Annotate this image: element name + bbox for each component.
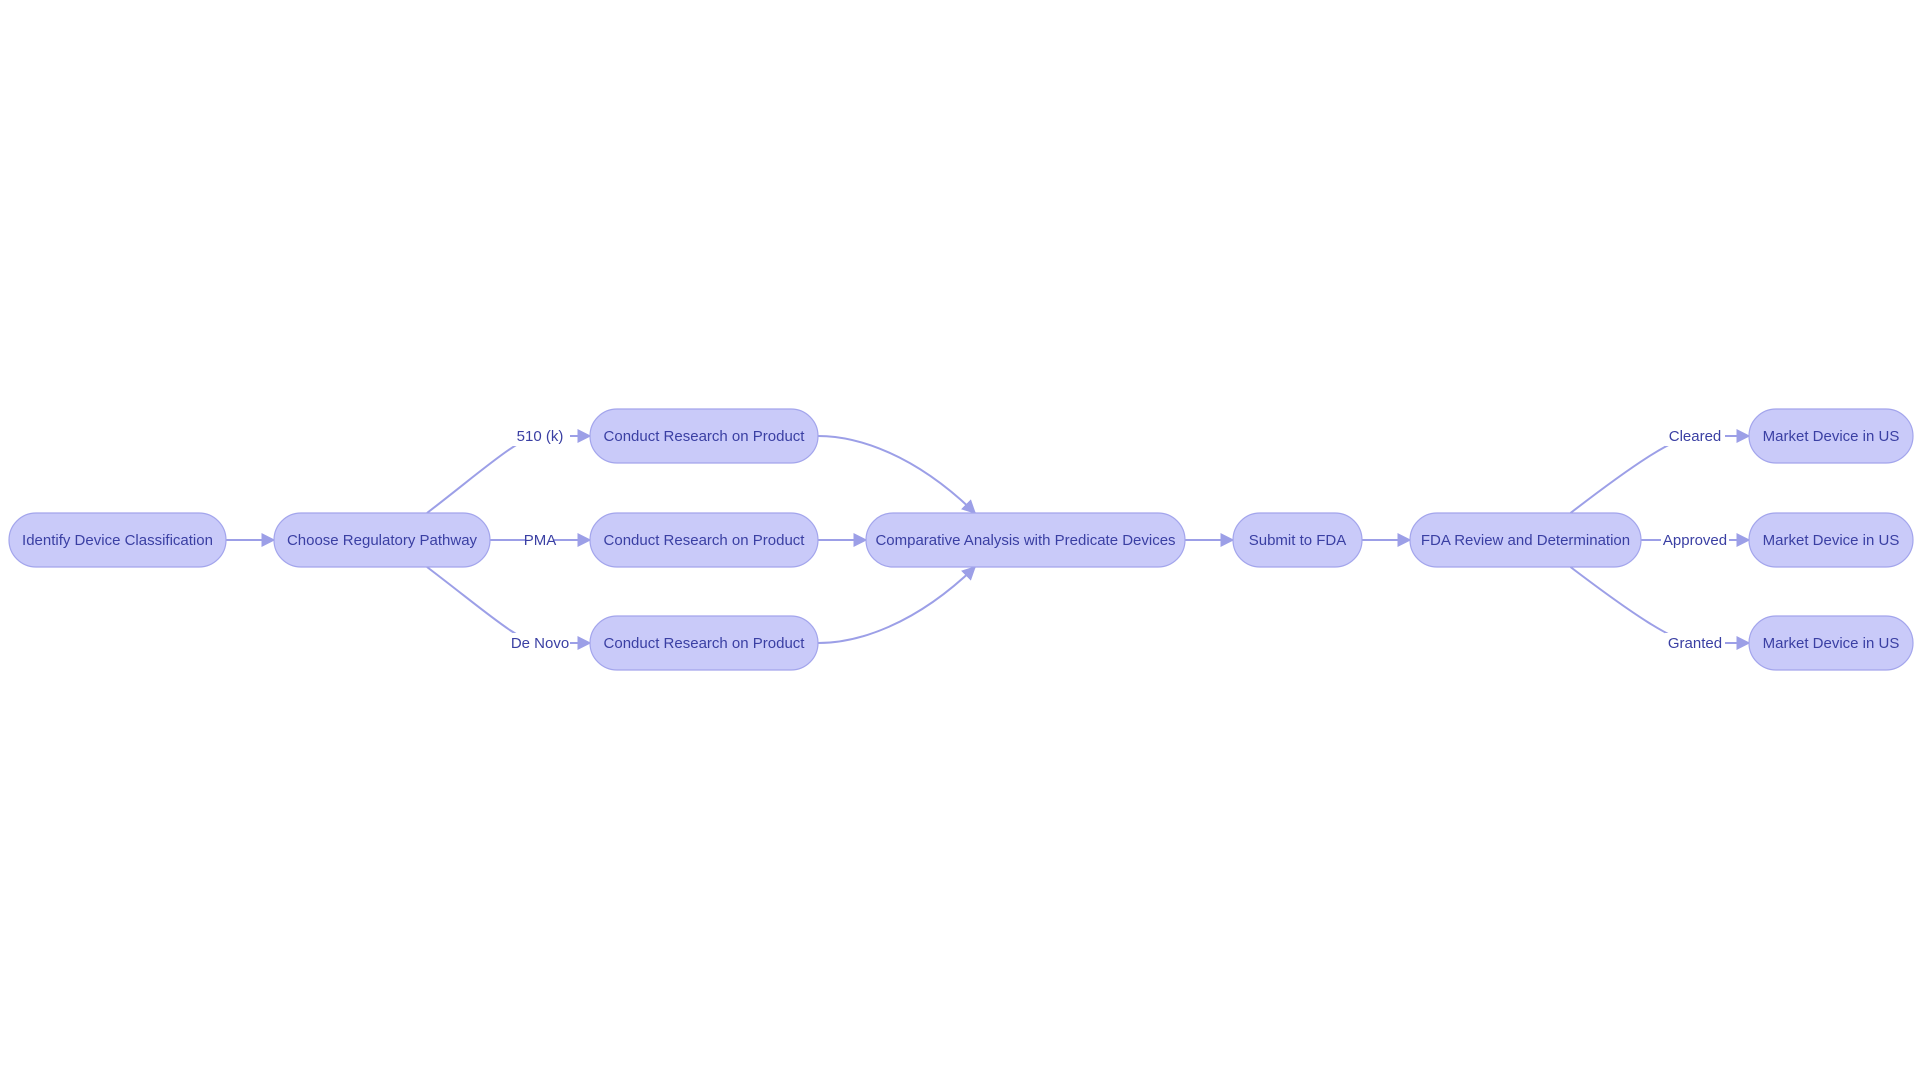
node-b: Choose Regulatory Pathway <box>273 512 491 568</box>
node-label: FDA Review and Determination <box>1421 532 1630 549</box>
node-f: FDA Review and Determination <box>1409 512 1642 568</box>
nodes-layer: Identify Device Classification Choose Reg… <box>8 408 1914 671</box>
node-e: Submit to FDA <box>1232 512 1363 568</box>
node-label: Market Device in US <box>1763 532 1900 549</box>
node-label: Market Device in US <box>1763 635 1900 652</box>
node-label: Conduct Research on Product <box>604 532 806 549</box>
edge-label: Granted <box>1668 635 1722 652</box>
edge-c3-d <box>817 566 977 644</box>
edge-label: 510 (k) <box>517 428 564 445</box>
edge-b-c1 <box>426 429 592 514</box>
node-label: Conduct Research on Product <box>604 428 806 445</box>
node-a: Identify Device Classification <box>8 512 227 568</box>
edge-c1-d <box>817 435 977 514</box>
edge-f-g3 <box>1569 566 1751 650</box>
node-g3: Market Device in US <box>1748 615 1914 671</box>
node-c2: Conduct Research on Product <box>589 512 819 568</box>
node-c3: Conduct Research on Product <box>589 615 819 671</box>
flowchart-canvas: Identify Device Classification Choose Reg… <box>8 408 1914 671</box>
node-label: Market Device in US <box>1763 428 1900 445</box>
node-label: Comparative Analysis with Predicate Devi… <box>875 532 1175 549</box>
node-label: Choose Regulatory Pathway <box>287 532 478 549</box>
node-label: Identify Device Classification <box>22 532 213 549</box>
edge-label: Cleared <box>1669 428 1722 445</box>
edge-label: De Novo <box>511 635 569 652</box>
edge-b-c3 <box>426 566 592 650</box>
node-label: Submit to FDA <box>1249 532 1347 549</box>
node-label: Conduct Research on Product <box>604 635 806 652</box>
edge-label: PMA <box>524 532 557 549</box>
node-g2: Market Device in US <box>1748 512 1914 568</box>
edge-f-g1 <box>1569 429 1751 514</box>
node-g1: Market Device in US <box>1748 408 1914 464</box>
edge-label: Approved <box>1663 532 1727 549</box>
node-c1: Conduct Research on Product <box>589 408 819 464</box>
node-d: Comparative Analysis with Predicate Devi… <box>865 512 1186 568</box>
